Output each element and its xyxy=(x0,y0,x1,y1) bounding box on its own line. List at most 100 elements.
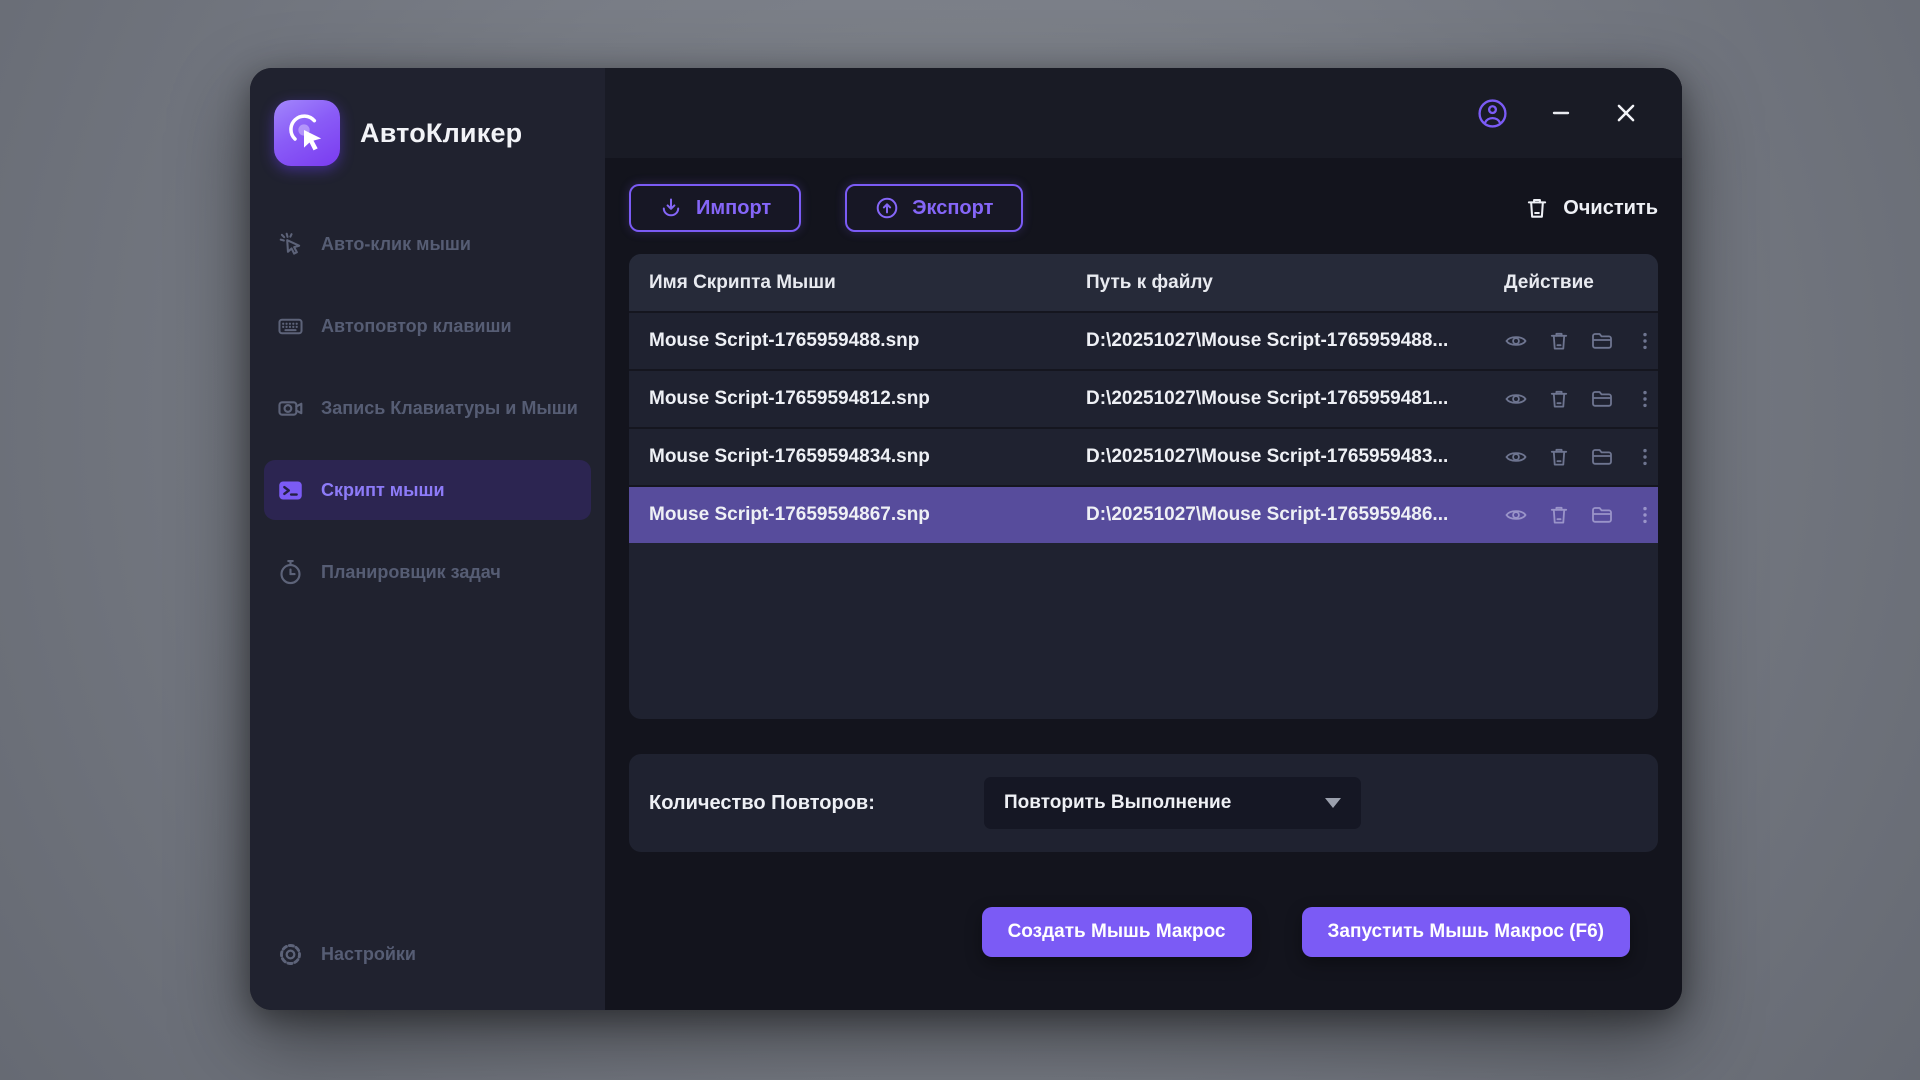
folder-icon xyxy=(1590,445,1614,469)
open-folder-button[interactable] xyxy=(1590,445,1614,469)
clear-button[interactable]: Очистить xyxy=(1524,195,1658,221)
app-logo-icon xyxy=(274,100,340,166)
more-options-button[interactable] xyxy=(1633,503,1657,527)
script-name: Mouse Script-17659594834.snp xyxy=(649,446,930,467)
view-script-button[interactable] xyxy=(1504,387,1528,411)
terminal-icon xyxy=(277,477,304,504)
table-row[interactable]: Mouse Script-1765959488.snp D:\20251027\M… xyxy=(629,311,1658,369)
trash-icon xyxy=(1547,329,1571,353)
more-options-button[interactable] xyxy=(1633,445,1657,469)
close-icon xyxy=(1614,101,1638,125)
view-script-button[interactable] xyxy=(1504,329,1528,353)
gear-icon xyxy=(277,941,304,968)
view-script-button[interactable] xyxy=(1504,445,1528,469)
table-row[interactable]: Mouse Script-17659594834.snp D:\20251027\… xyxy=(629,427,1658,485)
script-path: D:\20251027\Mouse Script-1765959483... xyxy=(1086,446,1449,467)
brand: АвтоКликер xyxy=(264,100,591,166)
minimize-button[interactable] xyxy=(1546,98,1576,128)
close-button[interactable] xyxy=(1610,97,1642,129)
eye-icon xyxy=(1504,445,1528,469)
sidebar-item-task-scheduler[interactable]: Планировщик задач xyxy=(264,542,591,602)
sidebar-item-label: Скрипт мыши xyxy=(321,479,445,500)
table-body: Mouse Script-1765959488.snp D:\20251027\M… xyxy=(629,311,1658,543)
sidebar-item-mouse-script[interactable]: Скрипт мыши xyxy=(264,460,591,520)
keyboard-icon xyxy=(277,313,304,340)
user-icon xyxy=(1477,98,1508,129)
sidebar-item-label: Настройки xyxy=(321,943,416,964)
minimize-icon xyxy=(1550,102,1572,124)
more-options-button[interactable] xyxy=(1633,387,1657,411)
kebab-menu-icon xyxy=(1633,445,1657,469)
user-account-button[interactable] xyxy=(1473,94,1512,133)
chevron-down-icon xyxy=(1325,798,1341,808)
folder-icon xyxy=(1590,503,1614,527)
table-header: Имя Скрипта Мыши Путь к файлу Действие xyxy=(629,254,1658,311)
folder-icon xyxy=(1590,329,1614,353)
more-options-button[interactable] xyxy=(1633,329,1657,353)
table-row[interactable]: Mouse Script-17659594812.snp D:\20251027\… xyxy=(629,369,1658,427)
delete-script-button[interactable] xyxy=(1547,445,1571,469)
upload-icon xyxy=(875,196,899,220)
footer-actions: Создать Мышь Макрос Запустить Мышь Макро… xyxy=(629,907,1658,957)
sidebar: АвтоКликер Авто-клик мыши Автоповтор кла… xyxy=(250,68,605,1010)
repeat-count-label: Количество Повторов: xyxy=(649,791,875,814)
create-macro-button[interactable]: Создать Мышь Макрос xyxy=(981,907,1252,957)
kebab-menu-icon xyxy=(1633,503,1657,527)
sidebar-item-auto-click[interactable]: Авто-клик мыши xyxy=(264,214,591,274)
content: Импорт Экспорт Очистить Имя Скрипта Мыши… xyxy=(605,158,1682,1010)
row-actions xyxy=(1484,503,1658,527)
trash-icon xyxy=(1547,387,1571,411)
run-macro-button[interactable]: Запустить Мышь Макрос (F6) xyxy=(1301,907,1630,957)
trash-icon xyxy=(1547,445,1571,469)
repeat-mode-dropdown[interactable]: Повторить Выполнение xyxy=(984,777,1361,829)
sidebar-item-label: Запись Клавиатуры и Мыши xyxy=(321,397,578,418)
cursor-click-icon xyxy=(277,231,304,258)
script-name: Mouse Script-1765959488.snp xyxy=(649,330,920,351)
script-name: Mouse Script-17659594867.snp xyxy=(649,504,930,525)
script-path: D:\20251027\Mouse Script-1765959488... xyxy=(1086,330,1449,351)
clear-label: Очистить xyxy=(1563,196,1658,219)
import-label: Импорт xyxy=(696,196,772,219)
open-folder-button[interactable] xyxy=(1590,503,1614,527)
column-header-name: Имя Скрипта Мыши xyxy=(649,271,836,293)
table-row[interactable]: Mouse Script-17659594867.snp D:\20251027\… xyxy=(629,485,1658,543)
video-camera-icon xyxy=(277,395,304,422)
eye-icon xyxy=(1504,329,1528,353)
view-script-button[interactable] xyxy=(1504,503,1528,527)
sidebar-item-label: Авто-клик мыши xyxy=(321,233,471,254)
repeat-mode-value: Повторить Выполнение xyxy=(1004,792,1232,813)
download-icon xyxy=(659,196,683,220)
folder-icon xyxy=(1590,387,1614,411)
sidebar-item-settings[interactable]: Настройки xyxy=(264,924,591,984)
row-actions xyxy=(1484,329,1658,353)
sidebar-item-label: Автоповтор клавиши xyxy=(321,315,512,336)
delete-script-button[interactable] xyxy=(1547,387,1571,411)
open-folder-button[interactable] xyxy=(1590,329,1614,353)
eye-icon xyxy=(1504,503,1528,527)
kebab-menu-icon xyxy=(1633,387,1657,411)
eye-icon xyxy=(1504,387,1528,411)
delete-script-button[interactable] xyxy=(1547,503,1571,527)
toolbar: Импорт Экспорт Очистить xyxy=(629,184,1658,232)
app-window: АвтоКликер Авто-клик мыши Автоповтор кла… xyxy=(250,68,1682,1010)
sidebar-item-key-repeat[interactable]: Автоповтор клавиши xyxy=(264,296,591,356)
script-path: D:\20251027\Mouse Script-1765959486... xyxy=(1086,504,1449,525)
import-button[interactable]: Импорт xyxy=(629,184,802,232)
sidebar-item-record[interactable]: Запись Клавиатуры и Мыши xyxy=(264,378,591,438)
script-name: Mouse Script-17659594812.snp xyxy=(649,388,930,409)
trash-icon xyxy=(1547,503,1571,527)
stopwatch-icon xyxy=(277,559,304,586)
open-folder-button[interactable] xyxy=(1590,387,1614,411)
row-actions xyxy=(1484,445,1658,469)
column-header-action: Действие xyxy=(1504,271,1594,293)
script-table: Имя Скрипта Мыши Путь к файлу Действие M… xyxy=(629,254,1658,719)
titlebar xyxy=(605,68,1682,158)
trash-icon xyxy=(1524,195,1550,221)
app-title: АвтоКликер xyxy=(360,117,523,148)
delete-script-button[interactable] xyxy=(1547,329,1571,353)
export-label: Экспорт xyxy=(912,196,994,219)
export-button[interactable]: Экспорт xyxy=(845,184,1024,232)
main-area: Импорт Экспорт Очистить Имя Скрипта Мыши… xyxy=(605,68,1682,1010)
repeat-panel: Количество Повторов: Повторить Выполнени… xyxy=(629,754,1658,852)
